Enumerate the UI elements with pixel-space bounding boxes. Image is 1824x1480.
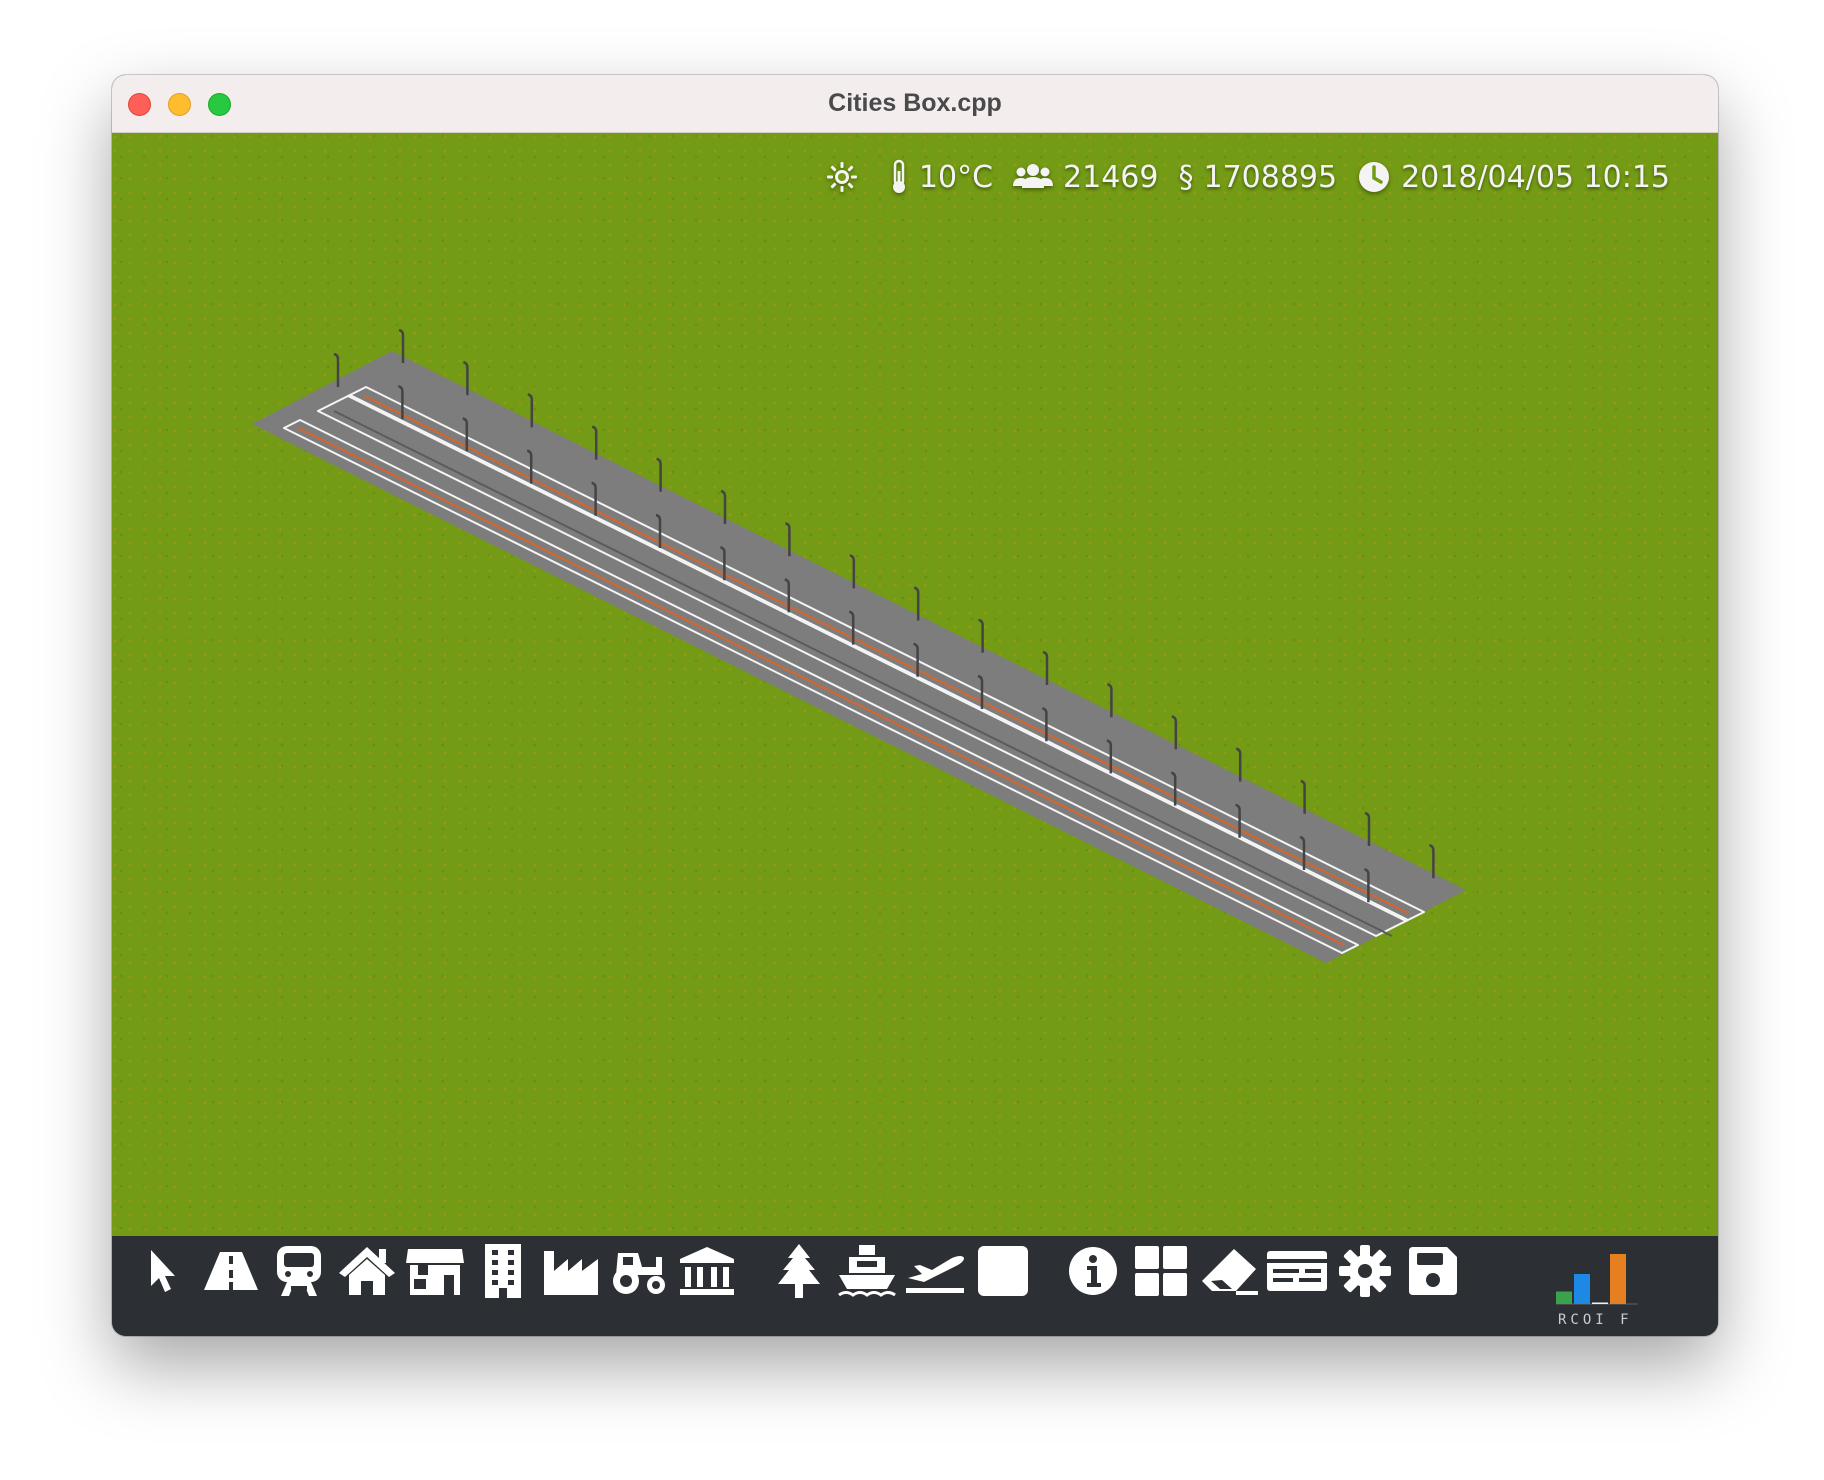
- park-tool-button[interactable]: [770, 1242, 828, 1300]
- temperature-value: 10°C: [918, 159, 994, 195]
- game-map-viewport[interactable]: 10°C 21469 § 1708895 2018/04/05 10:15: [112, 133, 1718, 1236]
- rail-line-2: [333, 410, 1393, 937]
- rail-line-1: [297, 427, 1345, 946]
- house-icon: [337, 1245, 397, 1297]
- info-tool-button[interactable]: [1064, 1242, 1122, 1300]
- port-tool-button[interactable]: [838, 1242, 896, 1300]
- public-services-tool-button[interactable]: [678, 1242, 736, 1300]
- info-icon: [1067, 1245, 1119, 1297]
- tractor-icon: [608, 1245, 670, 1297]
- track-bed: [252, 351, 1466, 963]
- population-value: 21469: [1063, 159, 1159, 195]
- industrial-demand-bar: [1610, 1254, 1626, 1304]
- clock-icon: [1357, 160, 1391, 194]
- office-tool-button[interactable]: [474, 1242, 532, 1300]
- shop-icon: [404, 1245, 466, 1297]
- pointer-icon: [141, 1246, 181, 1296]
- sun-icon: [825, 160, 859, 194]
- office-demand-bar: [1592, 1302, 1608, 1304]
- commercial-tool-button[interactable]: [406, 1242, 464, 1300]
- select-tool-button[interactable]: [132, 1242, 190, 1300]
- status-hud: 10°C 21469 § 1708895 2018/04/05 10:15: [805, 157, 1670, 197]
- rcoif-bars: [1556, 1254, 1638, 1305]
- train-station-platform[interactable]: [252, 328, 1466, 963]
- rcoif-label: RCOI F: [1558, 1312, 1633, 1328]
- residential-tool-button[interactable]: [338, 1242, 396, 1300]
- money-value: 1708895: [1203, 159, 1338, 195]
- finance-tool-button[interactable]: [1265, 1242, 1329, 1300]
- residential-demand-bar: [1556, 1291, 1572, 1304]
- factory-icon: [542, 1245, 600, 1297]
- airport-tool-button[interactable]: [906, 1242, 964, 1300]
- ship-icon: [837, 1243, 897, 1299]
- road-icon: [202, 1248, 260, 1294]
- title-bar: Cities Box.cpp: [112, 75, 1718, 133]
- commercial-demand-bar: [1574, 1274, 1590, 1304]
- section-sign-icon: §: [1178, 159, 1194, 195]
- budget-card-icon: [1265, 1247, 1329, 1295]
- thermometer-icon: [889, 159, 909, 195]
- train-icon: [273, 1244, 325, 1298]
- tree-icon: [776, 1242, 822, 1300]
- farm-tool-button[interactable]: [610, 1242, 668, 1300]
- settings-tool-button[interactable]: [1336, 1242, 1394, 1300]
- blank-tool-button[interactable]: [974, 1242, 1032, 1300]
- window-title: Cities Box.cpp: [828, 89, 1002, 117]
- datetime-value: 2018/04/05 10:15: [1401, 159, 1670, 195]
- airplane-takeoff-icon: [904, 1246, 966, 1296]
- floppy-disk-icon: [1407, 1245, 1459, 1297]
- rail-tool-button[interactable]: [270, 1242, 328, 1300]
- overlays-tool-button[interactable]: [1132, 1242, 1190, 1300]
- rail-line-3: [363, 395, 1409, 914]
- gear-icon: [1338, 1244, 1392, 1298]
- save-tool-button[interactable]: [1404, 1242, 1462, 1300]
- tool-bar: RCOI F: [112, 1236, 1718, 1336]
- isometric-scene[interactable]: [112, 133, 1718, 1236]
- office-building-icon: [481, 1242, 525, 1300]
- industrial-tool-button[interactable]: [542, 1242, 600, 1300]
- grid-icon: [1133, 1244, 1189, 1298]
- people-icon: [1013, 162, 1054, 192]
- rcoif-demand-indicator[interactable]: RCOI F: [1548, 1244, 1668, 1332]
- app-window: Cities Box.cpp 10°C 21469 § 1708895 2018…: [112, 75, 1718, 1336]
- bank-icon: [678, 1245, 736, 1297]
- eraser-icon: [1198, 1245, 1260, 1297]
- square-icon: [976, 1244, 1030, 1298]
- road-tool-button[interactable]: [202, 1242, 260, 1300]
- bulldoze-tool-button[interactable]: [1200, 1242, 1258, 1300]
